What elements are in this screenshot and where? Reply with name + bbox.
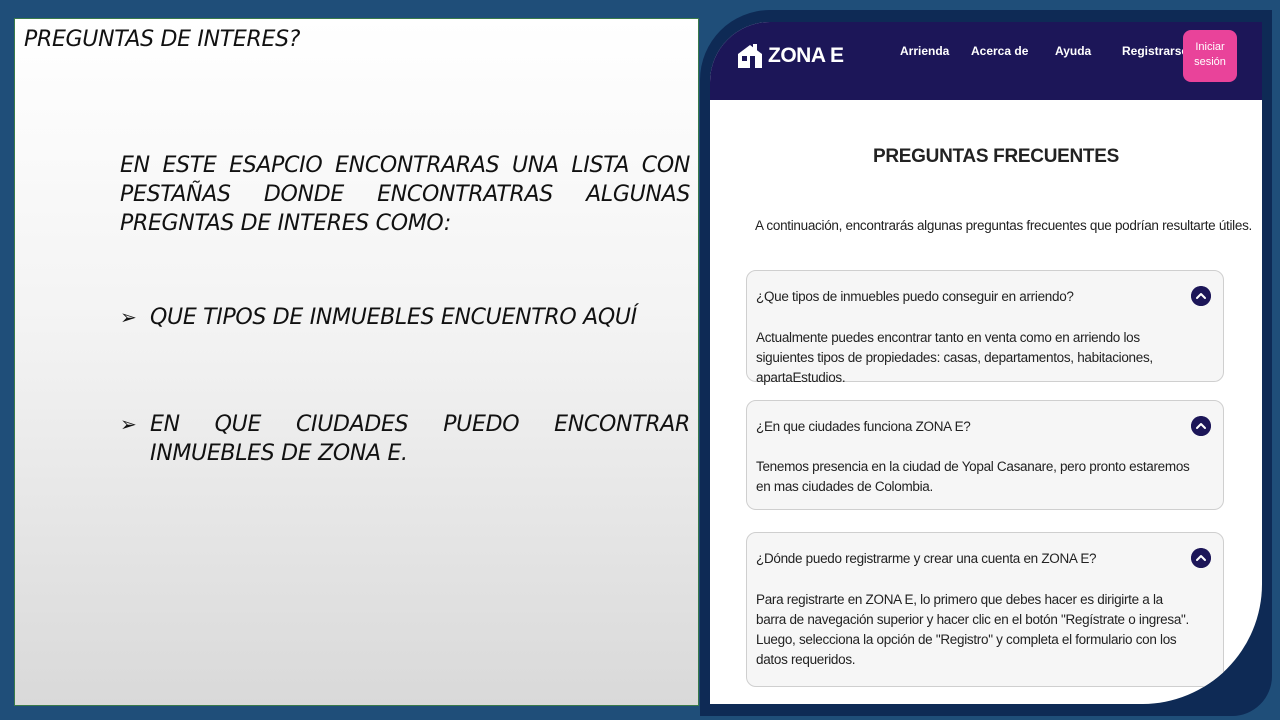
brand-logo[interactable]: ZONA E bbox=[736, 42, 844, 70]
bullet-text: QUE TIPOS DE INMUEBLES ENCUENTRO AQUÍ bbox=[150, 305, 637, 330]
faq-title: PREGUNTAS FRECUENTES bbox=[873, 146, 1119, 167]
navbar: ZONA E Arrienda Acerca de Ayuda Registra… bbox=[710, 22, 1262, 100]
website-screenshot: ZONA E Arrienda Acerca de Ayuda Registra… bbox=[710, 22, 1262, 704]
login-button-label-line1: Iniciar bbox=[1195, 41, 1225, 53]
login-button-label-line2: sesión bbox=[1194, 56, 1226, 68]
faq-card[interactable]: ¿Que tipos de inmuebles puedo conseguir … bbox=[746, 270, 1224, 385]
bullet-item: ➢ EN QUE CIUDADES PUEDO ENCONTRAR INMUEB… bbox=[120, 410, 690, 468]
faq-question: ¿Que tipos de inmuebles puedo conseguir … bbox=[756, 289, 1074, 304]
faq-card[interactable]: ¿En que ciudades funciona ZONA E? Tenemo… bbox=[746, 400, 1224, 510]
faq-question: ¿En que ciudades funciona ZONA E? bbox=[756, 419, 971, 434]
faq-answer: Actualmente puedes encontrar tanto en ve… bbox=[756, 330, 1153, 385]
nav-arrienda[interactable]: Arrienda bbox=[900, 44, 949, 58]
faq-card[interactable]: ¿Dónde puedo registrarme y crear una cue… bbox=[746, 532, 1224, 687]
login-button[interactable]: Iniciar sesión bbox=[1183, 30, 1237, 82]
faq-question: ¿Dónde puedo registrarme y crear una cue… bbox=[756, 551, 1097, 566]
slide-text-panel: PREGUNTAS DE INTERES? EN ESTE ESAPCIO EN… bbox=[14, 18, 699, 706]
house-icon bbox=[738, 44, 762, 68]
faq-intro: A continuación, encontrarás algunas preg… bbox=[755, 218, 1252, 233]
brand-name: ZONA E bbox=[768, 44, 844, 67]
chevron-up-icon[interactable] bbox=[1191, 548, 1211, 568]
faq-answer: Para registrarte en ZONA E, lo primero q… bbox=[756, 592, 1189, 667]
nav-ayuda[interactable]: Ayuda bbox=[1055, 44, 1091, 58]
bullet-text: EN QUE CIUDADES PUEDO ENCONTRAR INMUEBLE… bbox=[150, 412, 690, 466]
faq-answer: Tenemos presencia en la ciudad de Yopal … bbox=[756, 459, 1190, 494]
nav-registrarse[interactable]: Registrarse bbox=[1122, 44, 1188, 58]
chevron-up-icon[interactable] bbox=[1191, 286, 1211, 306]
slide-intro-text: EN ESTE ESAPCIO ENCONTRARAS UNA LISTA CO… bbox=[120, 153, 690, 236]
bullet-item: ➢ QUE TIPOS DE INMUEBLES ENCUENTRO AQUÍ bbox=[120, 303, 690, 332]
nav-acerca-de[interactable]: Acerca de bbox=[971, 44, 1028, 58]
slide-title: PREGUNTAS DE INTERES? bbox=[24, 27, 301, 52]
arrow-bullet-icon: ➢ bbox=[120, 412, 137, 436]
chevron-up-icon[interactable] bbox=[1191, 416, 1211, 436]
arrow-bullet-icon: ➢ bbox=[120, 305, 137, 329]
